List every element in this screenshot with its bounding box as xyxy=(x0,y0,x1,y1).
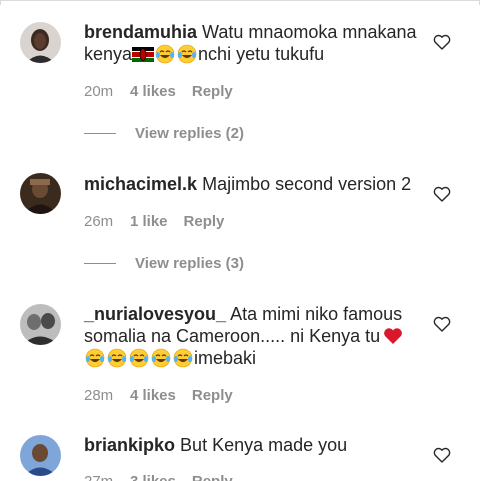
comment-body: But Kenya made you xyxy=(180,435,348,455)
likes-count[interactable]: 4 likes xyxy=(130,387,176,404)
likes-count[interactable]: 4 likes xyxy=(130,83,176,100)
comment-text: brendamuhia Watu mnaomoka mnakana kenya n… xyxy=(84,21,424,65)
reply-button[interactable]: Reply xyxy=(192,83,233,100)
comment-age: 26m xyxy=(84,213,114,230)
likes-count[interactable]: 1 like xyxy=(130,213,168,230)
avatar[interactable] xyxy=(20,435,61,476)
comment-body-continued: imebaki xyxy=(194,348,257,368)
comment-age: 28m xyxy=(84,387,114,404)
comment-meta: 27m 3 likes Reply xyxy=(84,473,233,481)
view-replies-label: View replies (2) xyxy=(135,125,244,142)
comment-body-continued: nchi yetu tukufu xyxy=(198,44,325,64)
comment-username[interactable]: brendamuhia xyxy=(84,22,197,42)
replies-line xyxy=(84,263,116,264)
red-heart-emoji-icon xyxy=(383,327,403,345)
comment-meta: 28m 4 likes Reply xyxy=(84,387,233,404)
tears-of-joy-icon xyxy=(173,348,193,368)
comment-meta: 26m 1 like Reply xyxy=(84,213,224,230)
avatar[interactable] xyxy=(20,173,61,214)
tears-of-joy-icon xyxy=(177,44,197,64)
comment-text: _nurialovesyou_ Ata mimi niko famous som… xyxy=(84,303,424,369)
comment-username[interactable]: briankipko xyxy=(84,435,175,455)
divider-tick-left xyxy=(0,0,1,5)
reply-button[interactable]: Reply xyxy=(184,213,225,230)
view-replies-button[interactable]: View replies (3) xyxy=(84,255,244,272)
comment-age: 20m xyxy=(84,83,114,100)
comment-text: briankipko But Kenya made you xyxy=(84,434,424,456)
view-replies-button[interactable]: View replies (2) xyxy=(84,125,244,142)
comment-age: 27m xyxy=(84,473,130,481)
comment-text: michacimel.k Majimbo second version 2 xyxy=(84,173,424,195)
tears-of-joy-icon xyxy=(107,348,127,368)
avatar[interactable] xyxy=(20,304,61,345)
tears-of-joy-icon xyxy=(151,348,171,368)
top-divider xyxy=(0,0,480,5)
tears-of-joy-icon xyxy=(85,348,105,368)
comment-username[interactable]: _nurialovesyou_ xyxy=(84,304,226,324)
reply-button[interactable]: Reply xyxy=(192,387,233,404)
replies-line xyxy=(84,133,116,134)
view-replies-label: View replies (3) xyxy=(135,255,244,272)
kenya-flag-emoji-icon xyxy=(132,47,155,62)
tears-of-joy-icon xyxy=(129,348,149,368)
avatar[interactable] xyxy=(20,22,61,63)
comment-body: Majimbo second version 2 xyxy=(202,174,412,194)
comment-meta: 20m 4 likes Reply xyxy=(84,83,233,100)
like-heart-icon[interactable] xyxy=(433,316,451,332)
like-heart-icon[interactable] xyxy=(433,447,451,463)
comment-username[interactable]: michacimel.k xyxy=(84,174,197,194)
reply-button[interactable]: Reply xyxy=(192,473,233,481)
tears-of-joy-icon xyxy=(155,44,175,64)
like-heart-icon[interactable] xyxy=(433,186,451,202)
like-heart-icon[interactable] xyxy=(433,34,451,50)
likes-count[interactable]: 3 likes xyxy=(130,473,176,481)
